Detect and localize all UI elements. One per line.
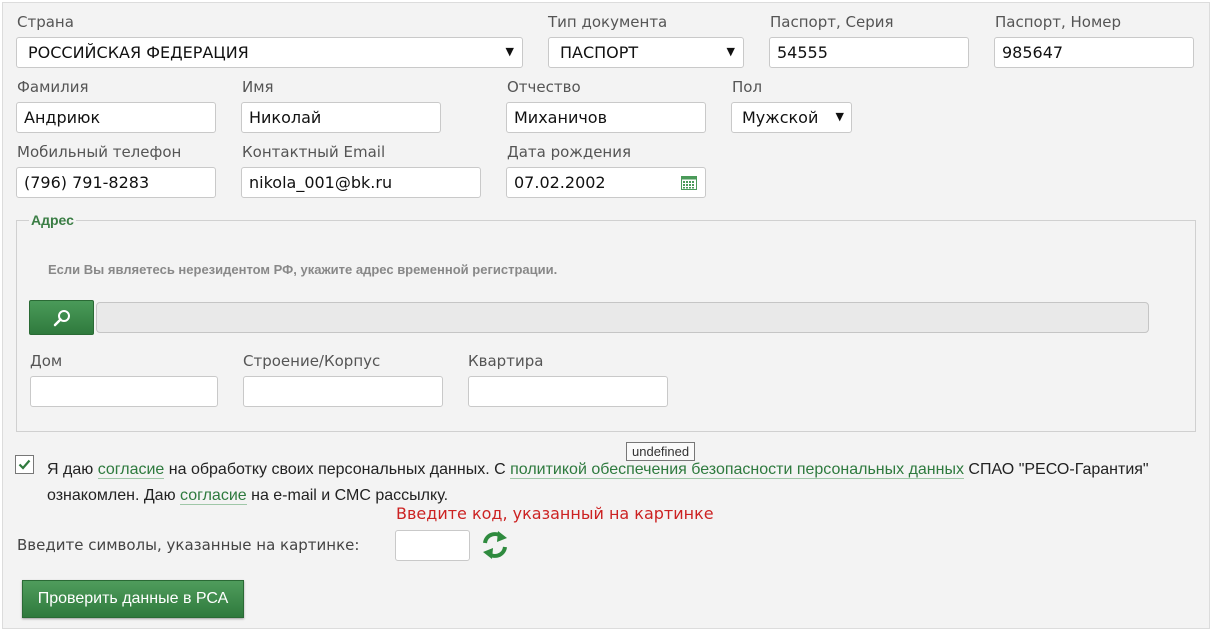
captcha-input[interactable]: [395, 530, 470, 561]
address-search-button[interactable]: [29, 300, 94, 335]
tooltip: undefined: [626, 442, 696, 461]
patronymic-input[interactable]: Миханичов: [506, 102, 706, 133]
email-label: Контактный Email: [242, 143, 386, 161]
passport-series-input[interactable]: 54555: [769, 37, 969, 68]
email-input[interactable]: nikola_001@bk.ru: [241, 167, 481, 198]
series-label: Паспорт, Серия: [770, 13, 894, 31]
name-label: Имя: [242, 78, 274, 96]
apartment-input[interactable]: [468, 376, 668, 407]
captcha-error: Введите код, указанный на картинке: [396, 504, 714, 523]
birthdate-input[interactable]: 07.02.2002: [506, 167, 706, 198]
house-label: Дом: [30, 352, 63, 370]
chevron-down-icon: ▼: [726, 45, 735, 58]
surname-input[interactable]: Андриюк: [16, 102, 216, 133]
building-input[interactable]: [243, 376, 443, 407]
country-label: Страна: [17, 13, 74, 31]
passport-number-input[interactable]: 985647: [994, 37, 1194, 68]
magnifier-icon: [53, 310, 70, 327]
birthdate-label: Дата рождения: [507, 143, 631, 161]
mailing-consent-link[interactable]: согласие: [180, 487, 247, 505]
gender-select[interactable]: Мужской ▼: [731, 102, 852, 133]
address-hint: Если Вы являетесь нерезидентом РФ, укажи…: [48, 262, 558, 277]
calendar-icon[interactable]: [681, 176, 697, 190]
building-label: Строение/Корпус: [243, 352, 381, 370]
surname-label: Фамилия: [17, 78, 89, 96]
patronymic-label: Отчество: [507, 78, 581, 96]
address-search-input[interactable]: [96, 302, 1149, 333]
checkmark-icon: [18, 459, 31, 470]
consent-text-part: Я даю: [47, 461, 98, 478]
gender-label: Пол: [732, 78, 763, 96]
phone-label: Мобильный телефон: [17, 143, 182, 161]
chevron-down-icon: ▼: [835, 110, 844, 123]
privacy-policy-link[interactable]: политикой обеспечения безопасности персо…: [510, 461, 964, 479]
consent-text-part: на обработку своих персональных данных. …: [164, 461, 511, 478]
name-input[interactable]: Николай: [241, 102, 441, 133]
address-legend: Адрес: [29, 212, 76, 228]
doc-type-value: ПАСПОРТ: [560, 43, 639, 62]
check-rsa-button[interactable]: Проверить данные в РСА: [22, 580, 244, 618]
doc-type-select[interactable]: ПАСПОРТ ▼: [548, 37, 744, 68]
gender-value: Мужской: [742, 108, 819, 127]
consent-link[interactable]: согласие: [97, 461, 165, 479]
phone-input[interactable]: (796) 791-8283: [16, 167, 216, 198]
consent-text-part: на e-mail и СМС рассылку.: [246, 487, 449, 504]
apartment-label: Квартира: [468, 352, 544, 370]
chevron-down-icon: ▼: [505, 45, 514, 58]
refresh-icon[interactable]: [481, 530, 509, 560]
country-select[interactable]: РОССИЙСКАЯ ФЕДЕРАЦИЯ ▼: [16, 37, 523, 68]
country-value: РОССИЙСКАЯ ФЕДЕРАЦИЯ: [28, 43, 249, 62]
house-input[interactable]: [30, 376, 218, 407]
consent-text: Я даю согласие на обработку своих персон…: [47, 457, 1187, 509]
doc-type-label: Тип документа: [548, 13, 668, 31]
birthdate-value: 07.02.2002: [514, 173, 606, 192]
captcha-label: Введите символы, указанные на картинке:: [17, 536, 360, 554]
number-label: Паспорт, Номер: [995, 13, 1122, 31]
consent-checkbox[interactable]: [15, 455, 34, 474]
